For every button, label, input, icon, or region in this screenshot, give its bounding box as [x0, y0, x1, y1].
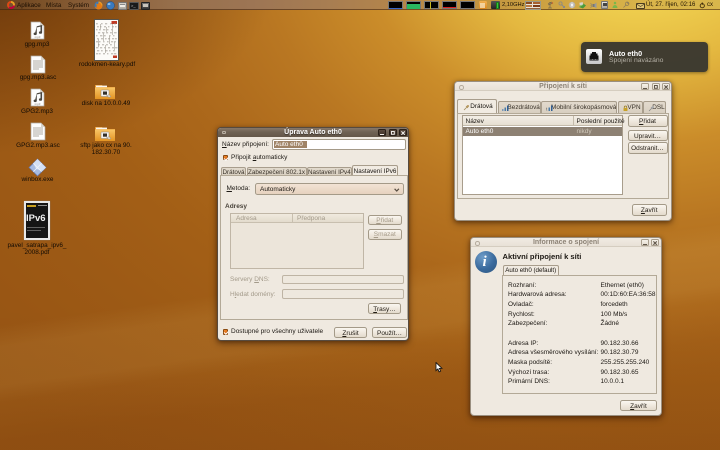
- svg-text:mp3: mp3: [35, 35, 41, 39]
- svg-text:4: 4: [552, 1, 554, 5]
- svg-text:t: t: [546, 107, 548, 112]
- svg-text:mp3: mp3: [35, 102, 41, 106]
